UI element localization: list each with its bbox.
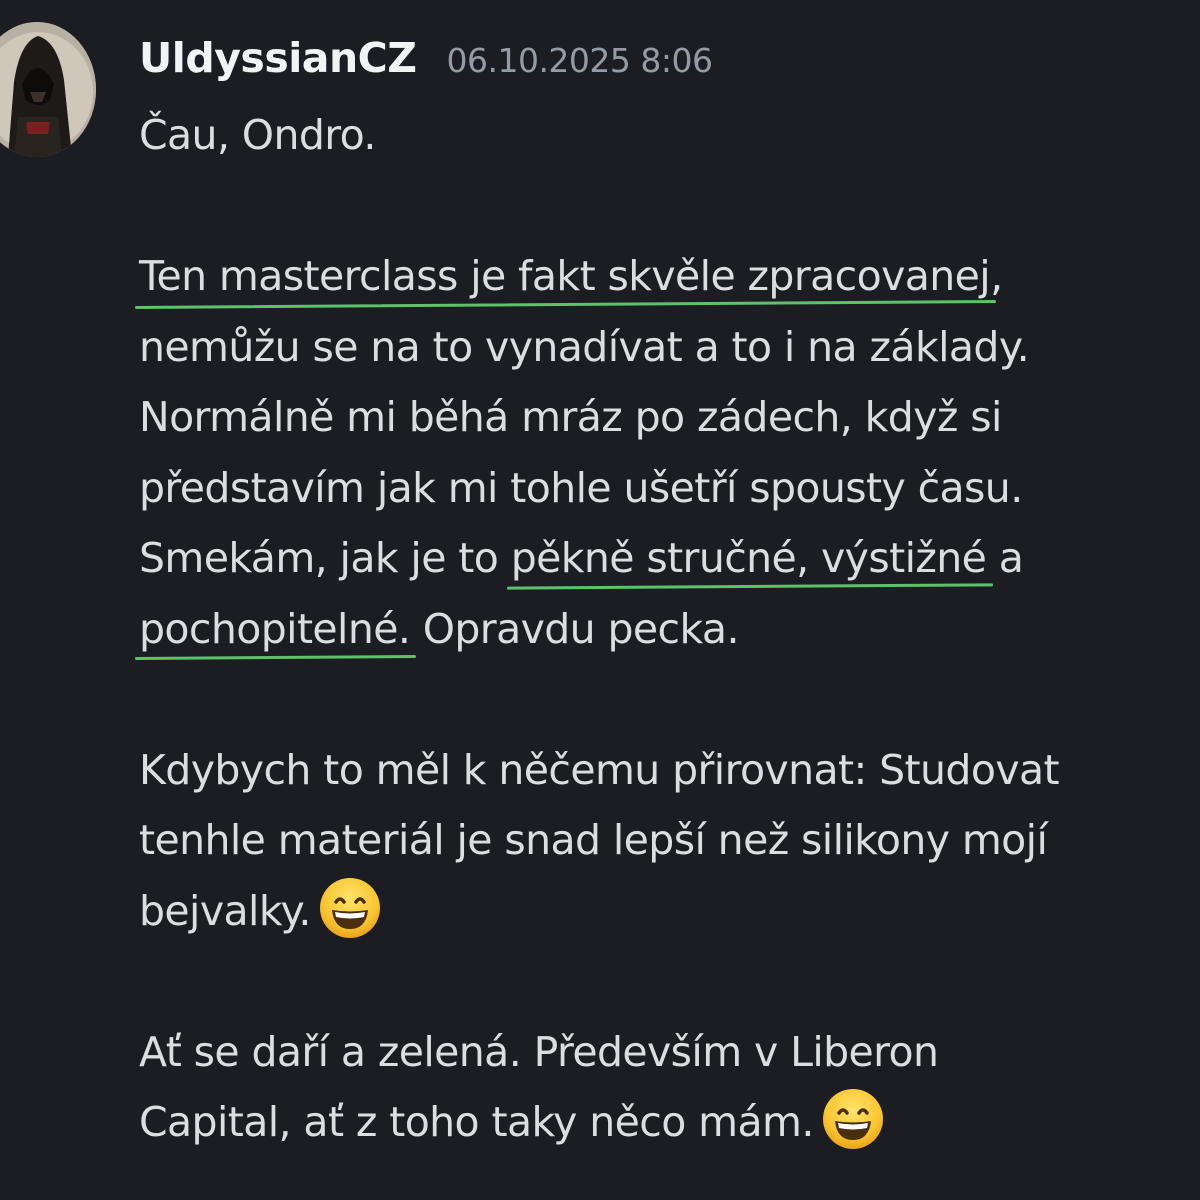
greeting-line: Čau, Ondro.: [139, 111, 376, 159]
highlighted-text: Ten masterclass je fakt skvěle zpracovan…: [135, 252, 997, 310]
highlighted-text: pochopitelné.: [134, 605, 417, 660]
message-timestamp: 06.10.2025 8:06: [446, 41, 713, 80]
green-underline: [135, 299, 997, 310]
message-line: Ať se daří a zelená. Především v Liberon: [139, 1027, 939, 1076]
message-line: Capital, ať z toho taky něco mám.: [139, 1087, 1199, 1158]
grinning-face-emoji-icon: [319, 877, 381, 939]
message-header: UldyssianCZ 06.10.2025 8:06: [139, 34, 713, 94]
green-underline: [506, 583, 993, 590]
username[interactable]: UldyssianCZ: [139, 34, 417, 82]
message-line: představím jak mi tohle ušetří spousty č…: [139, 463, 1023, 512]
message-line: Kdybych to měl k něčemu přirovnat: Studo…: [139, 745, 1060, 794]
user-avatar[interactable]: [0, 22, 96, 157]
message-line: pochopitelné. Opravdu pecka.: [134, 594, 1199, 665]
message-line: Smekám, jak je to pěkně stručné, výstižn…: [139, 523, 1199, 594]
message-line: tenhle materiál je snad lepší než siliko…: [139, 816, 1048, 864]
hooded-assassin-avatar-icon: [0, 22, 96, 157]
green-underline: [134, 654, 417, 660]
message-line: Ten masterclass je fakt skvěle zpracovan…: [135, 241, 1199, 312]
highlighted-text: pěkně stručné, výstižné: [506, 534, 993, 590]
message-line: nemůžu se na to vynadívat a to i na zákl…: [139, 322, 1030, 371]
message-line: bejvalky.: [139, 876, 1199, 947]
message-line: Normálně mi běhá mráz po zádech, když si: [139, 393, 1002, 441]
message-body: Čau, Ondro. Ten masterclass je fakt skvě…: [134, 100, 1199, 1158]
grinning-face-emoji-icon: [822, 1088, 884, 1150]
chat-message: UldyssianCZ 06.10.2025 8:06 Čau, Ondro. …: [0, 0, 1200, 1200]
